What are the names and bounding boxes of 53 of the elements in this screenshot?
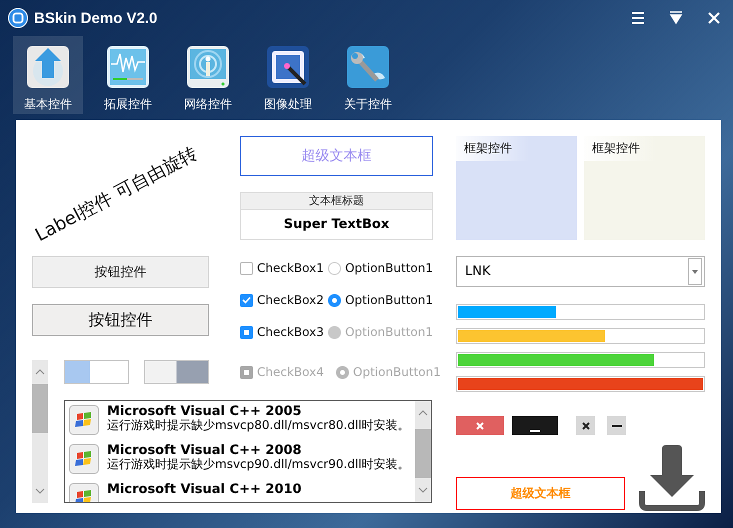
arrow-up-icon [25,44,71,90]
minimize-icon [530,430,540,432]
nav-tab[interactable]: 关于控件 [333,36,403,114]
close-button[interactable] [576,416,595,435]
list-item[interactable]: Microsoft Visual C++ 2010 [69,483,415,502]
menu-icon[interactable] [631,11,645,25]
scroll-down-icon[interactable] [418,486,428,494]
option-button[interactable]: OptionButton1 [328,261,433,275]
nav-tab[interactable]: 拓展控件 [93,36,163,114]
two-tone-swatch[interactable] [64,360,129,384]
download-icon[interactable] [639,445,705,511]
vertical-scrollbar[interactable] [32,360,48,503]
item-description: 运行游戏时提示缺少msvcp80.dll/msvcr80.dll时安装。 [107,419,410,432]
two-tone-swatch[interactable] [144,360,209,384]
push-button[interactable]: 按钮控件 [32,256,209,288]
push-button[interactable]: 按钮控件 [32,304,209,336]
nav-tab[interactable]: 网络控件 [173,36,243,114]
list-item[interactable]: Microsoft Visual C++ 2008 运行游戏时提示缺少msvcp90.dll/msvcr90.dll时安装。 [69,444,415,474]
pulse-monitor-icon [105,44,151,90]
titled-text-field[interactable]: 文本框标题 Super TextBox [240,192,433,240]
dropdown[interactable]: LNK [456,256,705,287]
caret-down-icon [692,270,698,274]
window-title: BSkin Demo V2.0 [34,10,158,26]
item-title: Microsoft Visual C++ 2010 [107,483,302,497]
signal-icon [185,44,231,90]
scroll-up-icon[interactable] [418,409,428,417]
magic-wand-icon [265,44,311,90]
checkbox[interactable]: CheckBox1 [240,261,328,275]
four-color-flag-icon [69,444,99,474]
caret-down-icon[interactable] [669,11,683,25]
nav-tab[interactable]: 图像处理 [253,36,323,114]
checkmark-icon [242,296,251,304]
close-icon[interactable] [707,11,721,25]
item-description: 运行游戏时提示缺少msvcp90.dll/msvcr90.dll时安装。 [107,458,410,471]
wrench-icon [345,44,391,90]
vertical-scrollbar[interactable] [415,401,431,502]
four-color-flag-icon [69,405,99,435]
scroll-down-icon[interactable] [35,487,45,495]
option-button[interactable]: OptionButton1 [328,293,433,307]
minimize-button[interactable] [607,416,626,435]
item-title: Microsoft Visual C++ 2005 [107,405,303,419]
close-icon [582,422,590,430]
checkbox[interactable]: CheckBox2 [240,293,328,307]
scroll-up-icon[interactable] [35,368,45,376]
checkbox[interactable]: CheckBox3 [240,325,328,339]
input-field[interactable]: 超级文本框 [240,136,433,176]
minimize-icon [612,424,622,426]
nav-tab[interactable]: 基本控件 [13,36,83,114]
list-item[interactable]: Microsoft Visual C++ 2005 运行游戏时提示缺少msvcp80.dll/msvcr80.dll时安装。 [69,405,415,435]
item-title: Microsoft Visual C++ 2008 [107,444,303,458]
minimize-button[interactable] [512,416,558,435]
close-icon [476,422,484,430]
app-logo-icon [8,8,28,28]
